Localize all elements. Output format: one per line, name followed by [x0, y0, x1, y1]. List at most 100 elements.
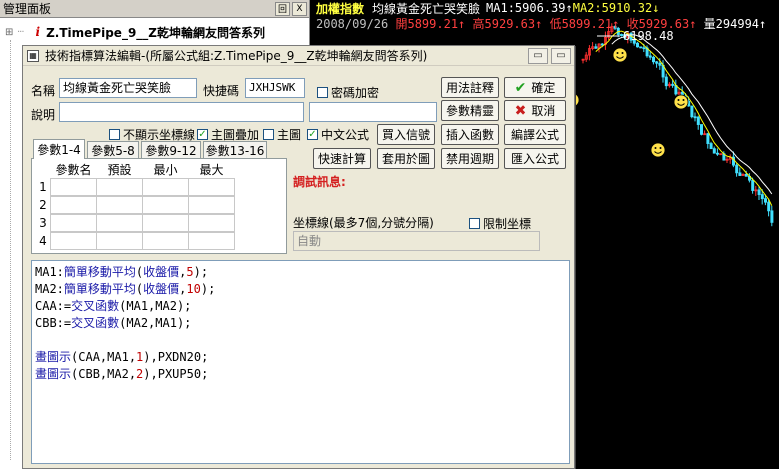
- dialog-titlebar[interactable]: ▦ 技術指標算法編輯-(所屬公式組:Z.TimePipe_9__Z乾坤輪網友問答…: [23, 46, 574, 66]
- candle-body: [655, 61, 659, 64]
- description-input-secondary[interactable]: [309, 102, 437, 122]
- param-cell[interactable]: [142, 196, 189, 214]
- quote-volume: 量294994↑: [703, 17, 767, 31]
- param-cell[interactable]: [96, 178, 143, 196]
- code-token: 5: [186, 265, 194, 279]
- shortcut-label: 快捷碼: [203, 84, 240, 98]
- param-cell[interactable]: [50, 214, 97, 232]
- param-cell[interactable]: [96, 196, 143, 214]
- quote-open: 開5899.21↑: [395, 17, 466, 31]
- param-cell[interactable]: [50, 232, 97, 250]
- param-cell[interactable]: [142, 178, 189, 196]
- axis-lines-label: 坐標線(最多7個,分號分隔): [293, 216, 434, 230]
- indicator-editor-dialog: ▦ 技術指標算法編輯-(所屬公式組:Z.TimePipe_9__Z乾坤輪網友問答…: [22, 45, 575, 469]
- quote-low: 低5899.21↑: [549, 17, 620, 31]
- tree-expander-icon[interactable]: ⊞: [5, 27, 17, 38]
- candle-body: [600, 43, 604, 46]
- param-cell[interactable]: [50, 178, 97, 196]
- candle-body: [671, 83, 675, 86]
- formula-icon: i: [35, 25, 41, 39]
- usage-notes-button[interactable]: 用法註釋: [441, 77, 499, 98]
- tab-params-5-8[interactable]: 參數5-8: [87, 141, 139, 159]
- candle-body: [735, 164, 739, 174]
- code-token: MA1:: [35, 265, 64, 279]
- candle-body: [639, 46, 643, 49]
- candle-body: [696, 116, 700, 125]
- code-token: );: [193, 265, 209, 279]
- code-token: (CBB,MA2,: [71, 367, 137, 381]
- candle-body: [767, 201, 771, 212]
- name-label: 名稱: [31, 84, 56, 98]
- tree-item-label: Z.TimePipe_9__Z乾坤輪網友問答系列: [46, 25, 265, 40]
- name-input[interactable]: 均線黃金死亡哭笑臉: [59, 78, 197, 98]
- description-label: 說明: [31, 108, 56, 122]
- x-icon: ✖: [514, 102, 527, 119]
- tab-params-13-16[interactable]: 參數13-16: [203, 141, 267, 159]
- param-row-number: 2: [35, 196, 51, 214]
- buy-signal-button[interactable]: 買入信號: [377, 124, 435, 145]
- chart-header: 加權指數 均線黃金死亡哭笑臉 MA1:5906.39↑ MA2:5910.32↓: [316, 0, 659, 16]
- param-cell[interactable]: [188, 178, 235, 196]
- window-minimize-button[interactable]: ▭: [528, 47, 548, 64]
- candle-body: [651, 56, 655, 63]
- param-cell[interactable]: [50, 196, 97, 214]
- axis-lines-input[interactable]: 自動: [293, 231, 540, 251]
- param-row: 3: [35, 214, 235, 233]
- ma2-readout: MA2:5910.32↓: [572, 1, 660, 15]
- code-token: 交叉函數: [71, 316, 120, 330]
- param-row: 4: [35, 232, 235, 251]
- tab-params-1-4[interactable]: 參數1-4: [33, 139, 85, 159]
- candle-body: [658, 62, 662, 66]
- password-checkbox[interactable]: 密碼加密: [317, 84, 379, 101]
- shortcut-input[interactable]: JXHJSWK: [245, 78, 305, 98]
- param-column-header: 最小: [142, 160, 189, 178]
- code-token: 交叉函數: [71, 299, 120, 313]
- disable-period-button[interactable]: 禁用週期: [441, 148, 499, 169]
- window-close-button[interactable]: ▭: [551, 47, 571, 64]
- param-cell[interactable]: [188, 214, 235, 232]
- insert-function-button[interactable]: 插入函數: [441, 124, 499, 145]
- checkbox-icon: [317, 87, 328, 98]
- apply-to-chart-button[interactable]: 套用於圖: [377, 148, 435, 169]
- param-column-header: 預設: [96, 160, 143, 178]
- candle-body: [751, 179, 755, 191]
- app-icon: ▦: [27, 49, 39, 62]
- ok-button-label: 確定: [531, 81, 556, 95]
- cancel-button[interactable]: ✖ 取消: [504, 100, 566, 121]
- smiley-eye: [659, 147, 662, 149]
- tree-guide-line: [10, 40, 11, 460]
- param-cell[interactable]: [96, 232, 143, 250]
- limit-axis-checkbox[interactable]: 限制坐標: [469, 215, 531, 232]
- tree-item-formula-group[interactable]: ⊞ ··· i Z.TimePipe_9__Z乾坤輪網友問答系列: [0, 22, 310, 42]
- checkbox-icon: [109, 129, 120, 140]
- compile-formula-button[interactable]: 編譯公式: [504, 124, 566, 145]
- param-row-number: 3: [35, 214, 51, 232]
- param-cell[interactable]: [142, 214, 189, 232]
- close-panel-button[interactable]: X: [292, 1, 307, 16]
- param-header-row: 參數名 預設 最小 最大: [35, 160, 235, 179]
- description-input[interactable]: [59, 102, 304, 122]
- tab-params-9-12[interactable]: 參數9-12: [141, 141, 201, 159]
- import-formula-button[interactable]: 匯入公式: [504, 148, 566, 169]
- param-wizard-button[interactable]: 參數精靈: [441, 100, 499, 121]
- restore-button[interactable]: 回: [275, 1, 290, 16]
- code-token: (MA2,MA1);: [119, 316, 192, 330]
- quick-calc-button[interactable]: 快速計算: [313, 148, 371, 169]
- chinese-formula-checkbox[interactable]: ✓ 中文公式: [307, 126, 369, 143]
- ok-button[interactable]: ✔ 確定: [504, 77, 566, 98]
- formula-code-editor[interactable]: MA1:簡單移動平均(收盤價,5); MA2:簡單移動平均(收盤價,10); CAA…: [31, 260, 570, 464]
- param-cell[interactable]: [188, 232, 235, 250]
- check-icon: ✔: [514, 79, 527, 96]
- candle-body: [738, 172, 742, 176]
- candle-body: [763, 198, 767, 203]
- param-cell[interactable]: [142, 232, 189, 250]
- param-cell[interactable]: [188, 196, 235, 214]
- checkbox-icon: [469, 218, 480, 229]
- code-token: 收盤價: [143, 265, 180, 279]
- candle-body: [635, 42, 639, 48]
- candle-body: [594, 46, 598, 49]
- param-cell[interactable]: [96, 214, 143, 232]
- code-token: ),PXUP50;: [143, 367, 209, 381]
- main-chart-checkbox[interactable]: 主圖: [263, 126, 301, 143]
